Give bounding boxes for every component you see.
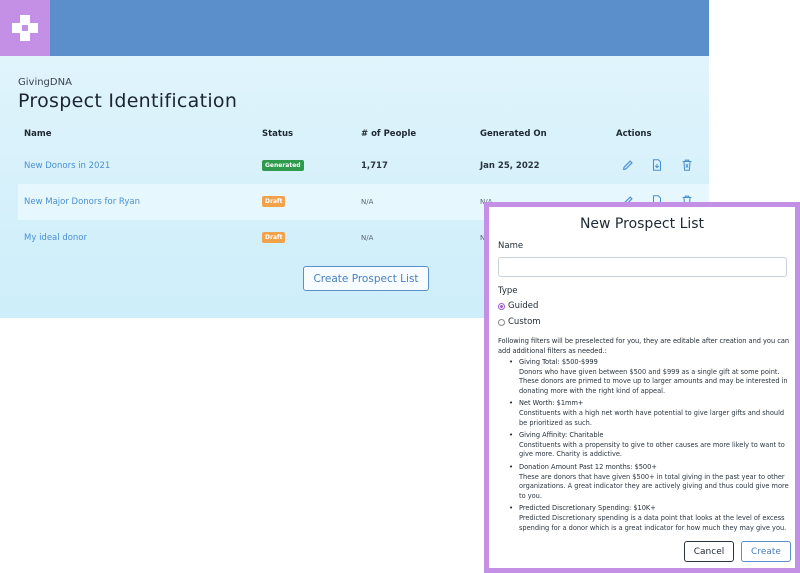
trash-icon[interactable] <box>680 157 696 173</box>
modal-title: New Prospect List <box>579 216 705 232</box>
list-item: Donation Amount Past 12 months: $500+ Th… <box>507 463 789 501</box>
column-header-people: # of People <box>361 129 417 139</box>
table-row: New Donors in 2021 Generated 1,717 Jan 2… <box>18 148 709 184</box>
list-name-link[interactable]: New Major Donors for Ryan <box>24 197 140 207</box>
filter-title: Predicted Discretionary Spending: $10K+ <box>519 504 656 513</box>
filter-title: Giving Total: $500-$999 <box>519 358 598 366</box>
filter-list: Giving Total: $500-$999 Donors who have … <box>507 358 789 536</box>
people-count: N/A <box>361 234 374 242</box>
list-name-link[interactable]: My ideal donor <box>24 233 87 243</box>
radio-label: Custom <box>508 317 541 327</box>
create-button[interactable]: Create <box>741 541 791 562</box>
status-badge: Generated <box>262 160 304 171</box>
new-prospect-list-modal: New Prospect List Name Type Guided Custo… <box>484 202 800 573</box>
filter-description: Constituents with a propensity to give t… <box>519 440 785 459</box>
column-header-generated-on: Generated On <box>480 129 547 139</box>
cancel-button[interactable]: Cancel <box>684 541 734 562</box>
name-input[interactable] <box>498 257 787 277</box>
filter-title: Net Worth: $1mm+ <box>519 399 584 408</box>
radio-selected-icon <box>498 302 505 310</box>
filter-description: These are donors that have given $500+ i… <box>519 472 789 500</box>
create-prospect-list-button[interactable]: Create Prospect List <box>303 266 429 291</box>
download-file-icon[interactable] <box>650 157 666 173</box>
filter-description: Donors who have given between $500 and $… <box>519 367 788 395</box>
list-item: Predicted Discretionary Spending: $10K+ … <box>507 504 789 533</box>
filters-intro: Following filters will be preselected fo… <box>498 337 790 355</box>
column-header-name: Name <box>24 129 52 139</box>
radio-label: Guided <box>508 301 539 311</box>
brand-name: GivingDNA <box>18 77 72 88</box>
generated-date: Jan 25, 2022 <box>480 161 540 171</box>
status-badge: Draft <box>262 232 286 243</box>
filter-title: Giving Affinity: Charitable <box>519 431 604 440</box>
filter-description: Constituents with a high net worth have … <box>519 408 785 427</box>
logo-icon <box>12 15 38 41</box>
type-label: Type <box>498 286 518 296</box>
radio-unselected-icon <box>498 318 505 326</box>
list-item: Giving Affinity: Charitable Constituents… <box>507 431 789 460</box>
filter-title: Donation Amount Past 12 months: $500+ <box>519 462 657 471</box>
column-header-status: Status <box>262 129 294 139</box>
people-count: 1,717 <box>361 161 388 171</box>
people-count: N/A <box>361 198 374 206</box>
list-item: Giving Total: $500-$999 Donors who have … <box>507 358 789 396</box>
column-header-actions: Actions <box>616 129 652 139</box>
top-bar <box>0 0 709 56</box>
radio-custom[interactable]: Custom <box>498 317 541 327</box>
pencil-icon[interactable] <box>621 157 637 173</box>
name-label: Name <box>498 241 524 251</box>
plus-cross-logo[interactable] <box>0 0 50 56</box>
status-badge: Draft <box>262 196 286 207</box>
filter-description: Predicted Discretionary spending is a da… <box>519 513 787 532</box>
list-item: Net Worth: $1mm+ Constituents with a hig… <box>507 399 789 428</box>
list-name-link[interactable]: New Donors in 2021 <box>24 161 110 171</box>
radio-guided[interactable]: Guided <box>498 301 538 311</box>
page-title: Prospect Identification <box>18 90 238 112</box>
